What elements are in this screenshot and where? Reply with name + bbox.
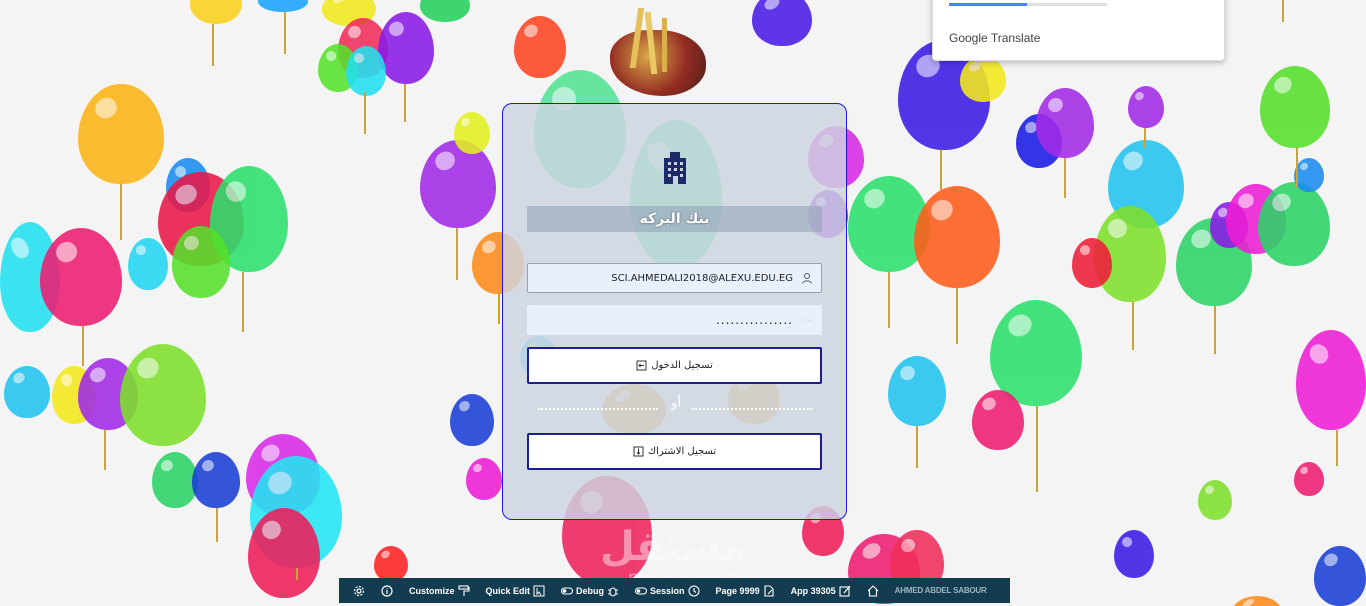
app-button[interactable]: App 39305 bbox=[783, 585, 859, 597]
page-button[interactable]: Page 9999 bbox=[708, 584, 783, 597]
or-separator: أو bbox=[538, 396, 812, 416]
login-button-label: تسجيل الدخول bbox=[651, 360, 713, 371]
bug-icon bbox=[608, 586, 619, 597]
watermark-arabic: مستقل bbox=[600, 524, 747, 570]
info-button[interactable] bbox=[373, 584, 401, 597]
quick-edit-button[interactable]: Quick Edit bbox=[478, 585, 554, 597]
settings-button[interactable] bbox=[345, 585, 373, 597]
debug-label: Debug bbox=[576, 585, 605, 596]
user-icon bbox=[802, 273, 812, 284]
home-icon bbox=[867, 584, 879, 597]
current-user-label: AHMED ABDEL SABOUR bbox=[894, 586, 987, 595]
paint-roller-icon bbox=[457, 584, 470, 596]
session-label: Session bbox=[650, 585, 685, 596]
register-button-label: تسجيل الاشتراك bbox=[647, 446, 717, 457]
developer-toolbar: Customize Quick Edit Debug Session Page … bbox=[339, 578, 1010, 603]
toggle-icon bbox=[561, 586, 574, 595]
customize-button[interactable]: Customize bbox=[401, 584, 478, 597]
password-field[interactable] bbox=[527, 305, 822, 335]
toggle-icon bbox=[635, 586, 648, 595]
quick-edit-label: Quick Edit bbox=[485, 585, 531, 596]
google-translate-popup[interactable]: Google Translate bbox=[932, 0, 1225, 61]
download-icon bbox=[633, 446, 644, 457]
page-label: Page 9999 bbox=[715, 585, 760, 596]
edit-icon bbox=[839, 585, 851, 597]
debug-button[interactable]: Debug bbox=[553, 585, 627, 597]
pointer-icon bbox=[533, 585, 545, 596]
building-icon bbox=[664, 152, 686, 184]
email-field[interactable] bbox=[527, 263, 822, 293]
password-input[interactable] bbox=[528, 306, 821, 334]
translate-progress-bar bbox=[949, 3, 1027, 6]
sign-in-icon bbox=[636, 360, 647, 371]
or-label: أو bbox=[671, 396, 681, 411]
customize-label: Customize bbox=[409, 585, 455, 596]
bank-title: بنك البركه bbox=[527, 206, 822, 232]
login-button[interactable]: تسجيل الدخول bbox=[527, 347, 822, 384]
register-button[interactable]: تسجيل الاشتراك bbox=[527, 433, 822, 470]
info-icon bbox=[381, 584, 393, 597]
clock-icon bbox=[687, 584, 700, 597]
app-label: App 39305 bbox=[790, 585, 836, 596]
home-button[interactable] bbox=[859, 584, 887, 597]
gear-icon bbox=[353, 585, 365, 596]
email-input[interactable] bbox=[528, 264, 821, 292]
eid-greeting-emblem bbox=[596, 8, 714, 118]
page-edit-icon bbox=[764, 584, 774, 597]
key-icon bbox=[801, 317, 812, 323]
google-translate-brand: Google Translate bbox=[949, 31, 1041, 45]
session-button[interactable]: Session bbox=[627, 584, 708, 597]
